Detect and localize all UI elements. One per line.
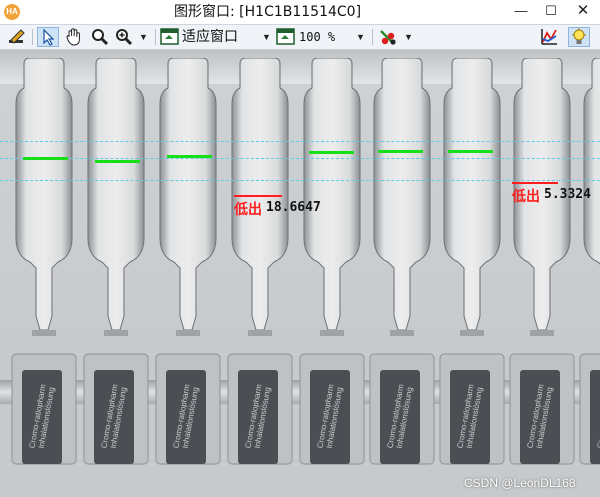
- fail-result-1: 低出 18.6647: [234, 195, 330, 218]
- ampoule: Cromo-ratiopharm Inhalationslösung: [366, 58, 438, 497]
- ampoule-label: Cromo-ratiopharm Inhalationslösung: [310, 370, 350, 464]
- ampoule-label: Cromo-ratiopharm Inhalationslösung: [450, 370, 490, 464]
- reference-line-upper: [0, 141, 600, 142]
- ampoule-label: Cromo-ratiopharm Inhalationslösung: [590, 370, 600, 464]
- fill-level-ok: [378, 150, 423, 153]
- graphics-window: HA 图形窗口: [H1C1B11514C0] — ☐ ✕ ▼ 适应窗口 ▼ 1…: [0, 0, 600, 497]
- reference-line-lower: [0, 180, 600, 181]
- zoom-percent-icon: [276, 28, 296, 52]
- fill-level-ok: [448, 150, 493, 153]
- pencil-icon[interactable]: [6, 27, 28, 47]
- fail-value: 18.6647: [266, 200, 321, 215]
- image-canvas[interactable]: Cromo-ratiopharm Inhalationslösung Cromo-…: [0, 50, 600, 497]
- fill-level-ok: [309, 151, 354, 154]
- chevron-down-icon: ▼: [404, 32, 413, 42]
- magnifier-icon[interactable]: [89, 27, 111, 47]
- app-icon: HA: [4, 4, 20, 20]
- maximize-button[interactable]: ☐: [536, 0, 566, 24]
- zoom-tool-dropdown[interactable]: ▼: [137, 27, 149, 47]
- ampoule: Cromo-ratiopharm Inhalationslösung: [8, 58, 80, 497]
- fit-window-label: 适应窗口: [182, 29, 238, 45]
- color-palette-dropdown[interactable]: ▼: [378, 27, 414, 47]
- fail-level-bar: [234, 195, 282, 197]
- hand-pan-icon[interactable]: [63, 27, 85, 47]
- minimize-button[interactable]: —: [506, 0, 536, 24]
- chevron-down-icon: ▼: [262, 32, 271, 42]
- ampoule-label: Cromo-ratiopharm Inhalationslösung: [380, 370, 420, 464]
- fail-level-bar: [512, 182, 558, 184]
- ampoule: Cromo-ratiopharm Inhalationslösung: [80, 58, 152, 497]
- lightbulb-icon[interactable]: [568, 27, 590, 47]
- arrow-pointer-icon[interactable]: [37, 27, 59, 47]
- toolbar-separator: [155, 29, 156, 45]
- fit-window-icon: [160, 28, 180, 52]
- ampoule: Cromo-ratiopharm Inhalationslösung: [576, 58, 600, 497]
- ampoule: Cromo-ratiopharm Inhalationslösung: [224, 58, 296, 497]
- profile-graph-icon[interactable]: [538, 27, 560, 47]
- toolbar-separator: [32, 29, 33, 45]
- ampoule-label-text: Cromo-ratiopharm Inhalationslösung: [385, 383, 415, 450]
- ampoule-label-text: Cromo-ratiopharm Inhalationslösung: [525, 383, 555, 450]
- fail-value: 5.3324: [544, 187, 591, 202]
- fail-result-2: 低出 5.3324: [512, 182, 600, 205]
- ampoule: Cromo-ratiopharm Inhalationslösung: [152, 58, 224, 497]
- zoom-percent-label: 100 %: [299, 30, 336, 44]
- title-bar[interactable]: HA 图形窗口: [H1C1B11514C0] — ☐ ✕: [0, 0, 600, 25]
- toolbar-separator: [372, 29, 373, 45]
- ampoule-label: Cromo-ratiopharm Inhalationslösung: [22, 370, 62, 464]
- fail-label: 低出: [234, 202, 262, 218]
- ampoule-label-text: Cromo-ratiopharm Inhalationslösung: [455, 383, 485, 450]
- color-palette-icon: [378, 28, 400, 52]
- close-button[interactable]: ✕: [568, 0, 598, 24]
- chevron-down-icon: ▼: [356, 32, 365, 42]
- ampoule: Cromo-ratiopharm Inhalationslösung: [506, 58, 578, 497]
- fill-level-ok: [167, 155, 212, 158]
- fail-label: 低出: [512, 189, 540, 205]
- ampoule-label-text: Cromo-ratiopharm Inhalationslösung: [243, 383, 273, 450]
- ampoule-label: Cromo-ratiopharm Inhalationslösung: [94, 370, 134, 464]
- ampoule-label-text: Cromo-ratiopharm Inhalationslösung: [27, 383, 57, 450]
- fill-level-ok: [95, 160, 140, 163]
- ampoule-label: Cromo-ratiopharm Inhalationslösung: [238, 370, 278, 464]
- ampoule-label: Cromo-ratiopharm Inhalationslösung: [166, 370, 206, 464]
- reference-line-middle: [0, 158, 600, 159]
- zoom-magnifier-icon[interactable]: [113, 27, 135, 47]
- ampoule-label-text: Cromo-ratiopharm Inhalationslösung: [171, 383, 201, 450]
- ampoule: Cromo-ratiopharm Inhalationslösung: [436, 58, 508, 497]
- fit-window-dropdown[interactable]: 适应窗口 ▼: [160, 27, 272, 47]
- ampoule-label: Cromo-ratiopharm Inhalationslösung: [520, 370, 560, 464]
- ampoule-label-text: Cromo-ratiopharm Inhalationslösung: [315, 383, 345, 450]
- chevron-down-icon: ▼: [139, 32, 148, 42]
- ampoule-label-text: Cromo-ratiopharm Inhalationslösung: [99, 383, 129, 450]
- watermark: CSDN @LeonDL168: [464, 476, 576, 490]
- toolbar: ▼ 适应窗口 ▼ 100 % ▼ ▼: [0, 25, 600, 50]
- ampoule-label-text: Cromo-ratiopharm Inhalationslösung: [595, 383, 600, 449]
- fill-level-ok: [23, 157, 68, 160]
- window-title: 图形窗口: [H1C1B11514C0]: [174, 4, 362, 20]
- zoom-percent-dropdown[interactable]: 100 % ▼: [276, 27, 368, 47]
- ampoule: Cromo-ratiopharm Inhalationslösung: [296, 58, 368, 497]
